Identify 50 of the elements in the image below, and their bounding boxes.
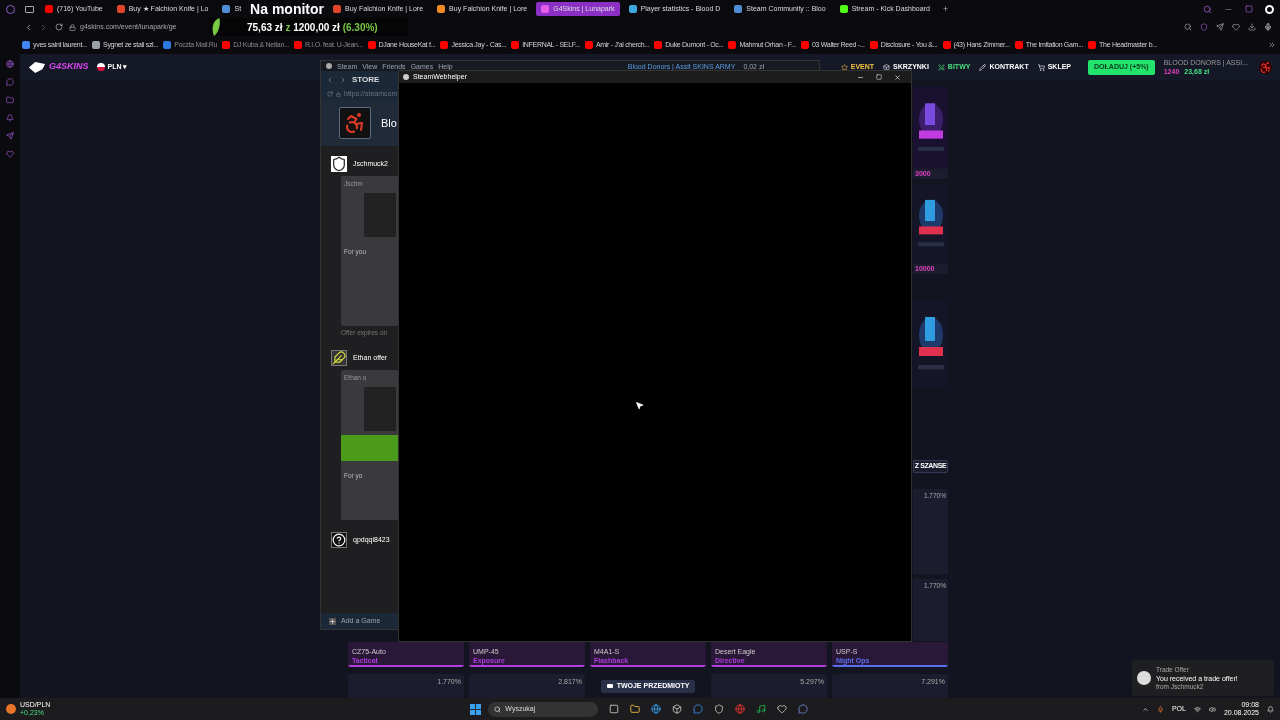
- item-preview: [364, 192, 396, 237]
- workspaces-icon[interactable]: [25, 5, 34, 13]
- accept-bar[interactable]: [341, 434, 399, 461]
- microphone-icon[interactable]: [1264, 23, 1272, 31]
- taskbar-app-icon[interactable]: [630, 704, 641, 714]
- back-icon[interactable]: [24, 22, 33, 32]
- sidebar-app-icon[interactable]: [6, 60, 14, 68]
- taskbar-app-icon[interactable]: [651, 704, 662, 714]
- poland-flag-icon: [96, 63, 105, 71]
- heart-icon[interactable]: [1232, 23, 1240, 31]
- send-icon[interactable]: [1216, 23, 1224, 31]
- taskbar-app-icon[interactable]: [672, 704, 683, 714]
- nav-icon: [840, 63, 848, 71]
- taskbar-app-icon[interactable]: [777, 704, 788, 714]
- network-icon[interactable]: [1193, 705, 1201, 713]
- reload-icon[interactable]: [55, 23, 63, 31]
- nav-icon: [883, 63, 891, 71]
- taskbar-app-icon[interactable]: [735, 704, 746, 714]
- back-icon[interactable]: [326, 75, 334, 84]
- item-card[interactable]: [913, 299, 948, 389]
- taskbar-app-icon[interactable]: [609, 704, 620, 714]
- zoom-icon[interactable]: [1184, 23, 1192, 31]
- sidebar-app-icon[interactable]: [6, 132, 14, 140]
- nav-icon: [937, 63, 945, 71]
- notification-icon[interactable]: [1267, 705, 1274, 713]
- item-preview: [364, 386, 396, 431]
- search-icon: [494, 705, 502, 713]
- taskbar-app-icon[interactable]: [714, 704, 725, 714]
- add-icon[interactable]: [329, 617, 336, 625]
- nav-icon: [979, 63, 987, 71]
- site-logo[interactable]: G4SKINS: [49, 60, 89, 74]
- lock-icon: [336, 91, 341, 97]
- taskbar-app-icon[interactable]: [756, 704, 767, 714]
- lock-icon: [69, 23, 76, 31]
- more-bookmarks-icon[interactable]: [1268, 41, 1276, 49]
- tray-expand-icon[interactable]: [1141, 705, 1149, 713]
- microphone-icon[interactable]: [1156, 705, 1164, 713]
- mouse-cursor-icon: [635, 401, 644, 410]
- search-icon[interactable]: [1203, 4, 1212, 14]
- forward-icon[interactable]: [339, 75, 347, 84]
- volume-icon[interactable]: [1208, 705, 1216, 713]
- download-icon[interactable]: [1248, 23, 1256, 31]
- donation-goal-overlay: 75,63 zł z 1200,00 zł (6.30%): [209, 18, 408, 36]
- new-tab-button[interactable]: +: [942, 2, 949, 16]
- profile-name: Blo: [381, 115, 397, 131]
- nav-icon: [1037, 63, 1045, 71]
- windows-logo-icon[interactable]: [470, 703, 482, 715]
- store-tab[interactable]: STORE: [352, 73, 380, 86]
- question-avatar-icon: [331, 531, 347, 548]
- stream-overlay-title: Na monitor: [250, 1, 324, 17]
